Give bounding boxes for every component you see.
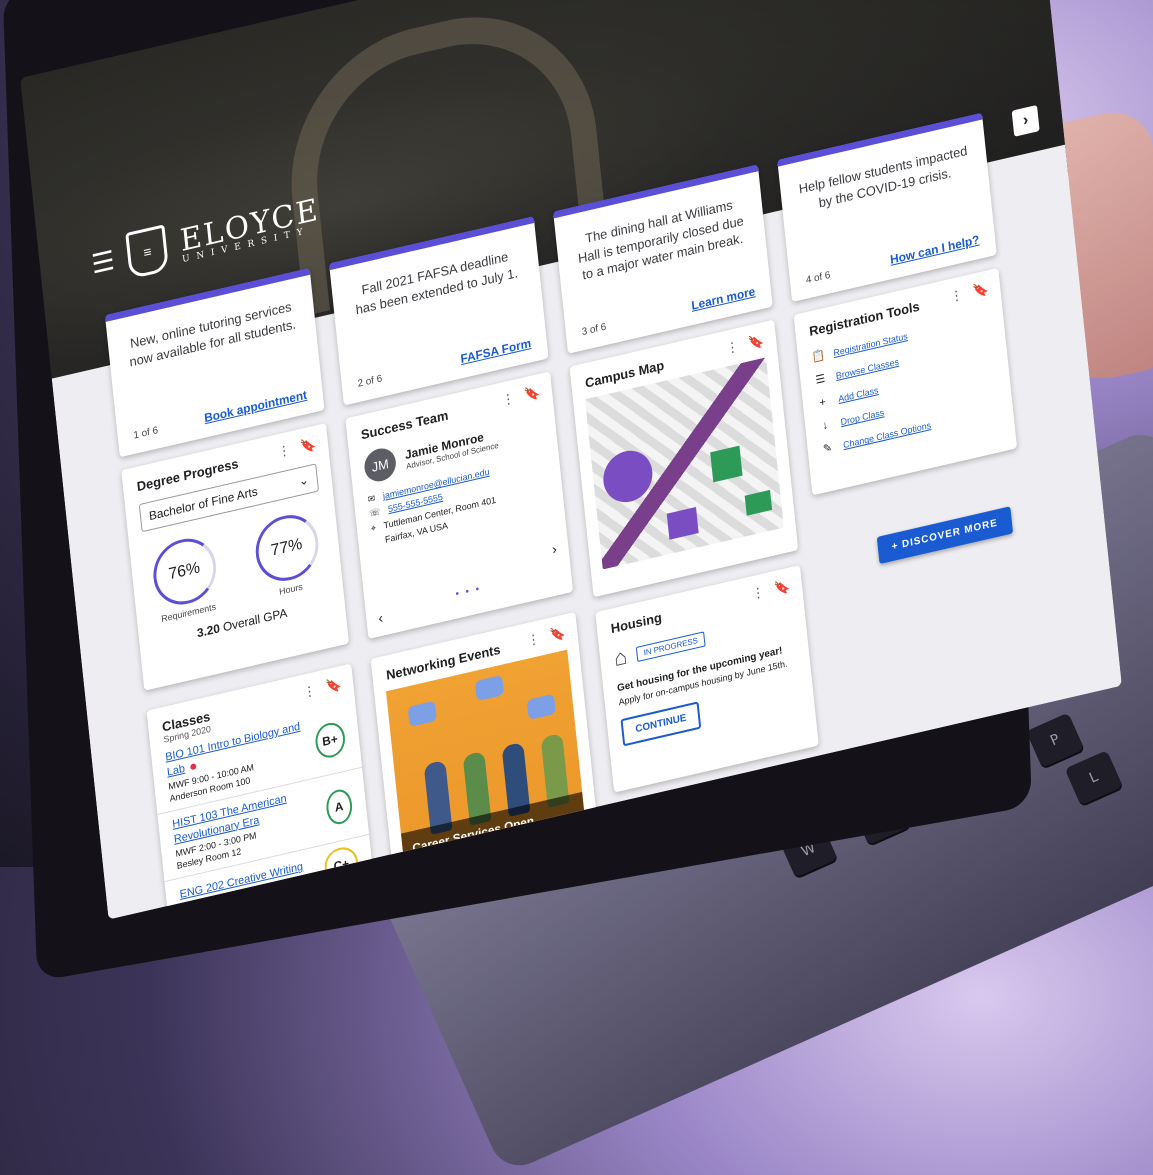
more-options-icon[interactable]: ⋮ — [526, 630, 540, 649]
browse-icon: ☰ — [814, 372, 826, 387]
speech-bubble — [526, 693, 557, 721]
house-icon: ⌂ — [612, 643, 629, 672]
speech-bubble — [474, 674, 505, 702]
gpa-label: Overall GPA — [222, 605, 288, 635]
fafsa-form-link[interactable]: FAFSA Form — [460, 336, 532, 366]
plus-icon: + — [818, 396, 827, 410]
grade-badge: A — [324, 786, 354, 827]
arrow-down-icon: ↓ — [821, 419, 829, 433]
success-team-card: Success Team ⋮ 🔖 JM Jamie Monroe Advisor,… — [345, 371, 574, 639]
hours-value: 77% — [252, 508, 322, 588]
advisor-next-button[interactable]: › — [551, 540, 557, 557]
requirements-ring: 76% Requirements — [147, 532, 223, 626]
more-options-icon[interactable]: ⋮ — [501, 390, 515, 409]
pencil-icon: ✎ — [822, 442, 833, 457]
map-region — [600, 445, 655, 508]
announcement-count: 1 of 6 — [133, 424, 159, 442]
more-options-icon[interactable]: ⋮ — [751, 584, 765, 603]
degree-progress-card: Degree Progress ⋮ 🔖 Bachelor of Fine Arts… — [121, 423, 350, 691]
alert-dot — [190, 763, 197, 771]
how-can-i-help-link[interactable]: How can I help? — [889, 232, 979, 267]
program-select-value: Bachelor of Fine Arts — [148, 484, 259, 524]
map-region — [744, 489, 773, 516]
speech-bubble — [407, 700, 437, 727]
key-l: L — [1064, 750, 1123, 806]
more-options-icon[interactable]: ⋮ — [725, 338, 739, 357]
more-options-icon[interactable]: ⋮ — [277, 442, 291, 461]
clipboard-icon: 📋 — [811, 348, 827, 365]
university-shield-icon: ≡ — [125, 224, 170, 280]
hours-ring: 77% Hours — [249, 508, 325, 602]
grade-badge: B+ — [313, 719, 347, 761]
chevron-down-icon: ⌄ — [298, 472, 310, 489]
requirements-value: 76% — [149, 532, 219, 611]
map-region — [710, 445, 743, 483]
key-p: P — [1026, 712, 1085, 768]
more-options-icon[interactable]: ⋮ — [949, 286, 963, 305]
learn-more-link[interactable]: Learn more — [691, 284, 756, 313]
announcement-count: 4 of 6 — [805, 269, 831, 287]
continue-button[interactable]: CONTINUE — [620, 700, 702, 747]
hamburger-menu-icon[interactable]: ☰ — [90, 244, 116, 279]
gpa-value: 3.20 — [196, 621, 221, 641]
phone-icon: ☏ — [368, 506, 381, 520]
map-region — [666, 506, 699, 540]
announcement-count: 3 of 6 — [581, 321, 607, 339]
announcement-count: 2 of 6 — [357, 373, 383, 390]
more-options-icon[interactable]: ⋮ — [302, 682, 316, 701]
campus-map[interactable] — [584, 357, 784, 570]
location-pin-icon: ⌖ — [370, 522, 377, 534]
campus-map-card: Campus Map ⋮ 🔖 — [569, 319, 799, 598]
